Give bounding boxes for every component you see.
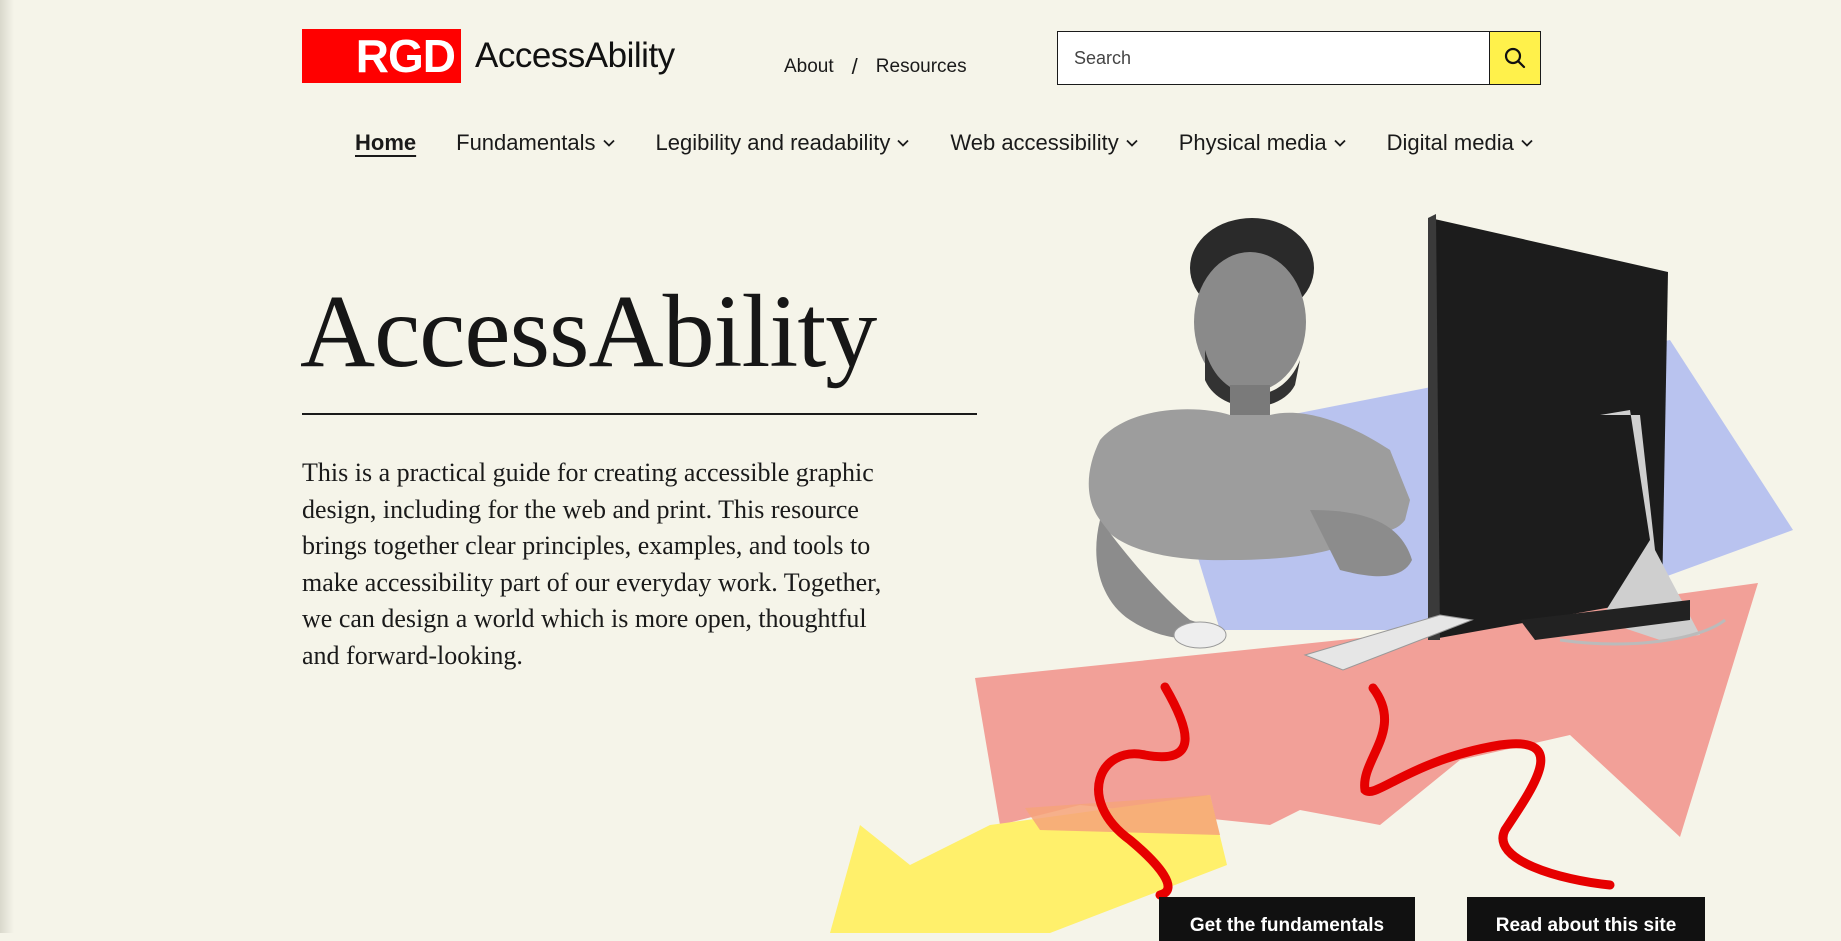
chevron-down-icon <box>1521 139 1533 147</box>
site-logo-link[interactable]: RGD AccessAbility <box>302 29 675 83</box>
about-link[interactable]: About <box>784 56 834 78</box>
nav-item-physical-media[interactable]: Physical media <box>1179 130 1347 156</box>
nav-item-digital-media[interactable]: Digital media <box>1387 130 1534 156</box>
get-fundamentals-button[interactable]: Get the fundamentals <box>1159 897 1415 941</box>
nav-item-label: Home <box>355 130 417 155</box>
utility-nav: About / Resources <box>784 54 967 80</box>
chevron-down-icon <box>1334 139 1346 147</box>
search-button[interactable] <box>1489 31 1541 85</box>
page: RGD AccessAbility About / Resources Home… <box>0 0 1841 941</box>
chevron-down-icon <box>897 139 910 147</box>
nav-item-label: Digital media <box>1386 130 1514 155</box>
logo-mark: RGD <box>302 29 461 83</box>
nav-item-home[interactable]: Home <box>355 130 416 156</box>
nav-item-label: Physical media <box>1178 130 1327 155</box>
search-form <box>1057 31 1541 85</box>
chevron-down-icon <box>602 139 615 147</box>
nav-item-web-accessibility[interactable]: Web accessibility <box>950 130 1138 156</box>
window-edge-shadow <box>0 0 14 933</box>
logo-text: AccessAbility <box>475 36 675 75</box>
search-icon <box>1504 47 1526 69</box>
nav-item-fundamentals[interactable]: Fundamentals <box>456 130 615 156</box>
chevron-down-icon <box>1126 139 1138 147</box>
hero-title: AccessAbility <box>300 274 877 389</box>
nav-item-legibility[interactable]: Legibility and readability <box>656 130 911 156</box>
read-about-site-button[interactable]: Read about this site <box>1467 897 1705 941</box>
nav-item-label: Web accessibility <box>950 130 1119 155</box>
main-nav: Home Fundamentals Legibility and readabi… <box>355 130 1534 156</box>
hero-illustration <box>830 214 1793 933</box>
nav-item-label: Fundamentals <box>456 130 596 155</box>
search-input[interactable] <box>1057 31 1489 85</box>
utility-nav-separator: / <box>851 54 858 79</box>
resources-link[interactable]: Resources <box>876 56 967 78</box>
nav-item-label: Legibility and readability <box>655 130 891 155</box>
